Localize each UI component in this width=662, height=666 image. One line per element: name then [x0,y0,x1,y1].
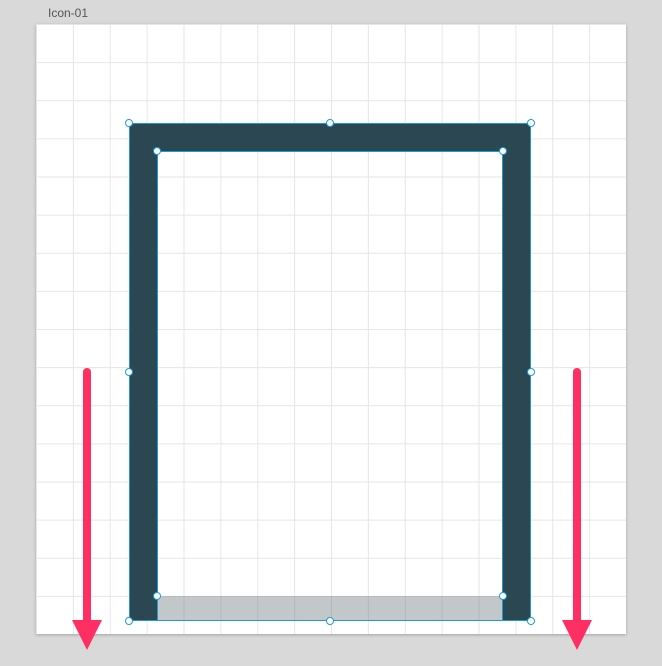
resize-handle-tm[interactable] [326,119,334,127]
anchor-point-inner-br[interactable] [499,592,507,600]
anchor-point-inner-tl[interactable] [153,147,161,155]
anchor-point-inner-tr[interactable] [499,147,507,155]
vector-shape[interactable] [130,124,530,620]
resize-handle-br[interactable] [527,617,535,625]
arrow-shaft-icon [83,368,91,628]
arrow-head-icon [72,620,102,650]
resize-handle-mr[interactable] [527,368,535,376]
resize-handle-bl[interactable] [125,617,133,625]
arrow-head-icon [562,620,592,650]
resize-handle-tr[interactable] [527,119,535,127]
resize-handle-bm[interactable] [326,617,334,625]
artboard[interactable] [36,24,626,634]
resize-handle-tl[interactable] [125,119,133,127]
annotation-arrow-right [566,368,588,666]
frame-title[interactable]: Icon-01 [48,6,88,20]
arrow-shaft-icon [573,368,581,628]
resize-handle-ml[interactable] [125,368,133,376]
editor-stage: Icon-01 [0,0,662,666]
anchor-point-inner-bl[interactable] [153,592,161,600]
annotation-arrow-left [76,368,98,666]
